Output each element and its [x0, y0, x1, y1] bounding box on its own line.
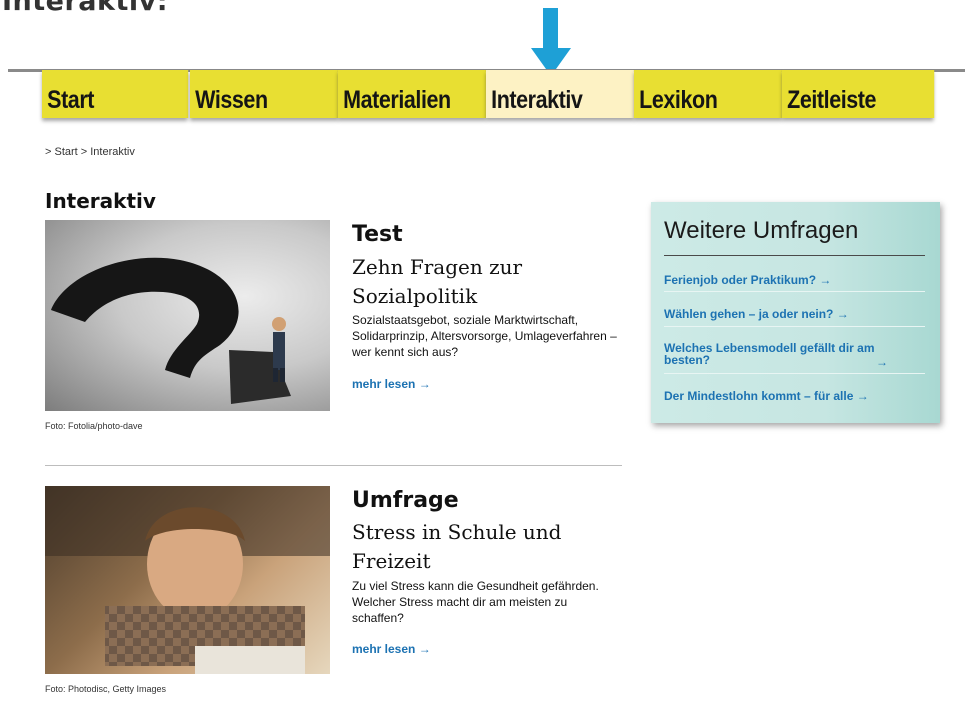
student-illustration	[45, 486, 330, 674]
section-divider	[45, 465, 622, 466]
nav-tab-materialien[interactable]: Materialien	[338, 70, 486, 118]
more-surveys-title: Weitere Umfragen	[664, 217, 859, 244]
more-link-umfrage[interactable]: mehr lesen →	[352, 642, 431, 656]
nav-tab-lexikon[interactable]: Lexikon	[634, 70, 782, 118]
nav-tab-wissen[interactable]: Wissen	[190, 70, 338, 118]
survey-separator	[664, 326, 925, 327]
survey-link-lebensmodell-label: Welches Lebensmodell gefällt dir am best…	[664, 341, 875, 367]
nav-tab-interaktiv[interactable]: Interaktiv	[486, 70, 634, 118]
survey-link-lebensmodell[interactable]: Welches Lebensmodell gefällt dir am best…	[664, 342, 904, 366]
article-headline-test[interactable]: Zehn Fragen zur Sozialpolitik	[352, 253, 622, 311]
nav-tab-zeitleiste[interactable]: Zeitleiste	[782, 70, 935, 118]
survey-separator	[664, 291, 925, 292]
survey-separator	[664, 373, 925, 374]
article-kind-test: Test	[352, 222, 403, 247]
more-surveys-rule	[664, 255, 925, 256]
question-mark-illustration	[51, 257, 291, 404]
survey-link-mindestlohn[interactable]: Der Mindestlohn kommt – für alle →	[664, 390, 925, 402]
main-navigation: Start Wissen Materialien Interaktiv Lexi…	[42, 70, 935, 120]
down-arrow-icon	[531, 8, 571, 76]
photo-credit: Foto: Photodisc, Getty Images	[45, 684, 167, 694]
article-teaser-test: Sozialstaatsgebot, soziale Marktwirtscha…	[352, 313, 617, 359]
article-headline-umfrage[interactable]: Stress in Schule und Freizeit	[352, 518, 622, 576]
top-caption: Interaktiv:	[2, 0, 169, 17]
arrow-right-icon[interactable]: →	[876, 356, 906, 368]
article-teaser-umfrage: Zu viel Stress kann die Gesundheit gefäh…	[352, 579, 599, 625]
more-link-test[interactable]: mehr lesen →	[352, 377, 431, 391]
question-mark-photo[interactable]	[45, 220, 330, 411]
nav-tab-start[interactable]: Start	[42, 70, 189, 118]
breadcrumb: > Start > Interaktiv	[45, 146, 135, 158]
more-surveys-box: Weitere Umfragen Ferienjob oder Praktiku…	[651, 202, 940, 423]
student-photo[interactable]	[45, 486, 330, 674]
survey-link-ferienjob[interactable]: Ferienjob oder Praktikum? →	[664, 274, 925, 286]
survey-link-waehlen[interactable]: Wählen gehen – ja oder nein? →	[664, 308, 925, 320]
page-title: Interaktiv	[45, 189, 156, 213]
photo-credit: Foto: Fotolia/photo-dave	[45, 421, 143, 431]
article-kind-umfrage: Umfrage	[352, 488, 459, 513]
